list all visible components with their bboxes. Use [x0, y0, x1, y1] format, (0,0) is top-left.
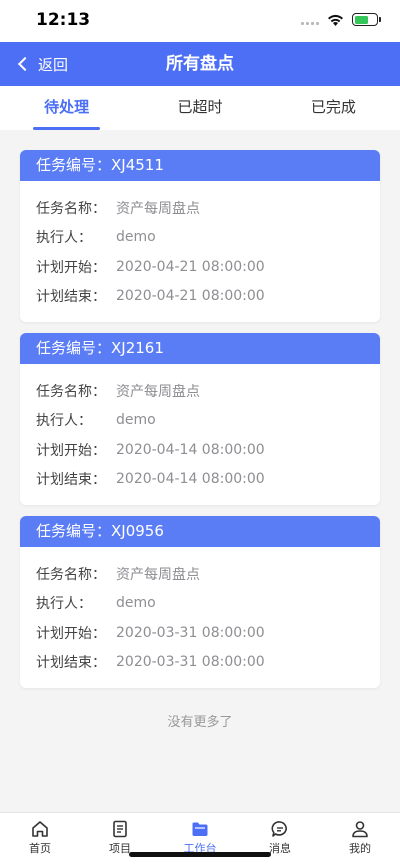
tabbar-project[interactable]: 项目 [80, 813, 160, 866]
executor-label: 执行人： [36, 230, 92, 247]
executor-label: 执行人： [36, 596, 92, 613]
executor-row: 执行人： demo [36, 223, 364, 253]
plan-start-value: 2020-03-31 08:00:00 [116, 624, 265, 641]
tabbar-label: 消息 [269, 842, 291, 855]
bottom-tabbar: 首页 项目 工作台 消息 我的 [0, 812, 400, 866]
plan-end-label: 计划结束： [36, 472, 106, 489]
user-icon [352, 821, 368, 838]
task-card-header: 任务编号：XJ4511 [20, 150, 380, 181]
tabbar-message[interactable]: 消息 [240, 813, 320, 866]
task-name-value: 资产每周盘点 [116, 200, 200, 217]
plan-end-value: 2020-04-14 08:00:00 [116, 471, 265, 488]
plan-end-label: 计划结束： [36, 289, 106, 306]
task-name-value: 资产每周盘点 [116, 566, 200, 583]
document-icon [113, 820, 127, 838]
executor-label: 执行人： [36, 413, 92, 430]
tab-completed[interactable]: 已完成 [267, 86, 400, 130]
plan-end-value: 2020-03-31 08:00:00 [116, 654, 265, 671]
tab-pending[interactable]: 待处理 [0, 86, 133, 130]
task-list: 任务编号：XJ4511 任务名称： 资产每周盘点 执行人： demo 计划开始： 20… [20, 150, 380, 699]
plan-end-row: 计划结束： 2020-04-21 08:00:00 [36, 282, 364, 312]
tabbar-label: 首页 [29, 842, 51, 855]
cellular-signal-icon [301, 15, 319, 25]
plan-start-row: 计划开始： 2020-03-31 08:00:00 [36, 618, 364, 648]
task-name-row: 任务名称： 资产每周盘点 [36, 376, 364, 406]
message-icon [271, 821, 287, 837]
task-name-row: 任务名称： 资产每周盘点 [36, 559, 364, 589]
task-name-label: 任务名称： [36, 566, 106, 583]
plan-end-value: 2020-04-21 08:00:00 [116, 288, 265, 305]
task-no-label: 任务编号： [36, 339, 112, 357]
status-tabs: 待处理 已超时 已完成 [0, 86, 400, 130]
plan-start-value: 2020-04-14 08:00:00 [116, 441, 265, 458]
tabbar-label: 我的 [349, 842, 371, 855]
plan-end-row: 计划结束： 2020-03-31 08:00:00 [36, 648, 364, 678]
plan-end-row: 计划结束： 2020-04-14 08:00:00 [36, 465, 364, 495]
nav-bar: 所有盘点 返回 [0, 42, 400, 86]
executor-value: demo [116, 412, 156, 429]
task-no-value: XJ0956 [111, 522, 164, 540]
back-button[interactable]: 返回 [16, 42, 68, 86]
task-card[interactable]: 任务编号：XJ2161 任务名称： 资产每周盘点 执行人： demo 计划开始： 20… [20, 333, 380, 505]
task-name-label: 任务名称： [36, 383, 106, 400]
task-no-value: XJ2161 [111, 339, 164, 357]
task-card-header: 任务编号：XJ2161 [20, 333, 380, 364]
plan-start-value: 2020-04-21 08:00:00 [116, 258, 265, 275]
plan-start-row: 计划开始： 2020-04-14 08:00:00 [36, 435, 364, 465]
executor-row: 执行人： demo [36, 406, 364, 436]
tabbar-home[interactable]: 首页 [0, 813, 80, 866]
task-no-label: 任务编号： [36, 522, 112, 540]
plan-start-row: 计划开始： 2020-04-21 08:00:00 [36, 252, 364, 282]
task-card-header: 任务编号：XJ0956 [20, 516, 380, 547]
status-icons [301, 13, 381, 26]
home-icon [32, 821, 48, 837]
task-name-value: 资产每周盘点 [116, 383, 200, 400]
task-card[interactable]: 任务编号：XJ4511 任务名称： 资产每周盘点 执行人： demo 计划开始： 20… [20, 150, 380, 322]
task-no-value: XJ4511 [111, 156, 164, 174]
executor-value: demo [116, 595, 156, 612]
tab-overdue[interactable]: 已超时 [133, 86, 266, 130]
plan-start-label: 计划开始： [36, 259, 106, 276]
plan-start-label: 计划开始： [36, 442, 106, 459]
back-label: 返回 [38, 55, 69, 74]
plan-end-label: 计划结束： [36, 655, 106, 672]
chevron-left-icon [17, 56, 33, 72]
executor-row: 执行人： demo [36, 589, 364, 619]
status-bar: 12:13 [0, 0, 400, 42]
tabbar-mine[interactable]: 我的 [320, 813, 400, 866]
task-name-label: 任务名称： [36, 200, 106, 217]
tabbar-workbench[interactable]: 工作台 [160, 813, 240, 866]
battery-charging-icon [352, 13, 381, 26]
no-more-text: 没有更多了 [167, 715, 233, 730]
executor-value: demo [116, 229, 156, 246]
task-no-label: 任务编号： [36, 156, 112, 174]
task-name-row: 任务名称： 资产每周盘点 [36, 193, 364, 223]
home-indicator [129, 852, 271, 857]
tabbar-label: 项目 [109, 842, 131, 855]
status-time: 12:13 [36, 10, 91, 30]
task-card[interactable]: 任务编号：XJ0956 任务名称： 资产每周盘点 执行人： demo 计划开始： 20… [20, 516, 380, 688]
plan-start-label: 计划开始： [36, 625, 106, 642]
wifi-icon [327, 14, 344, 26]
folder-icon [192, 822, 208, 836]
